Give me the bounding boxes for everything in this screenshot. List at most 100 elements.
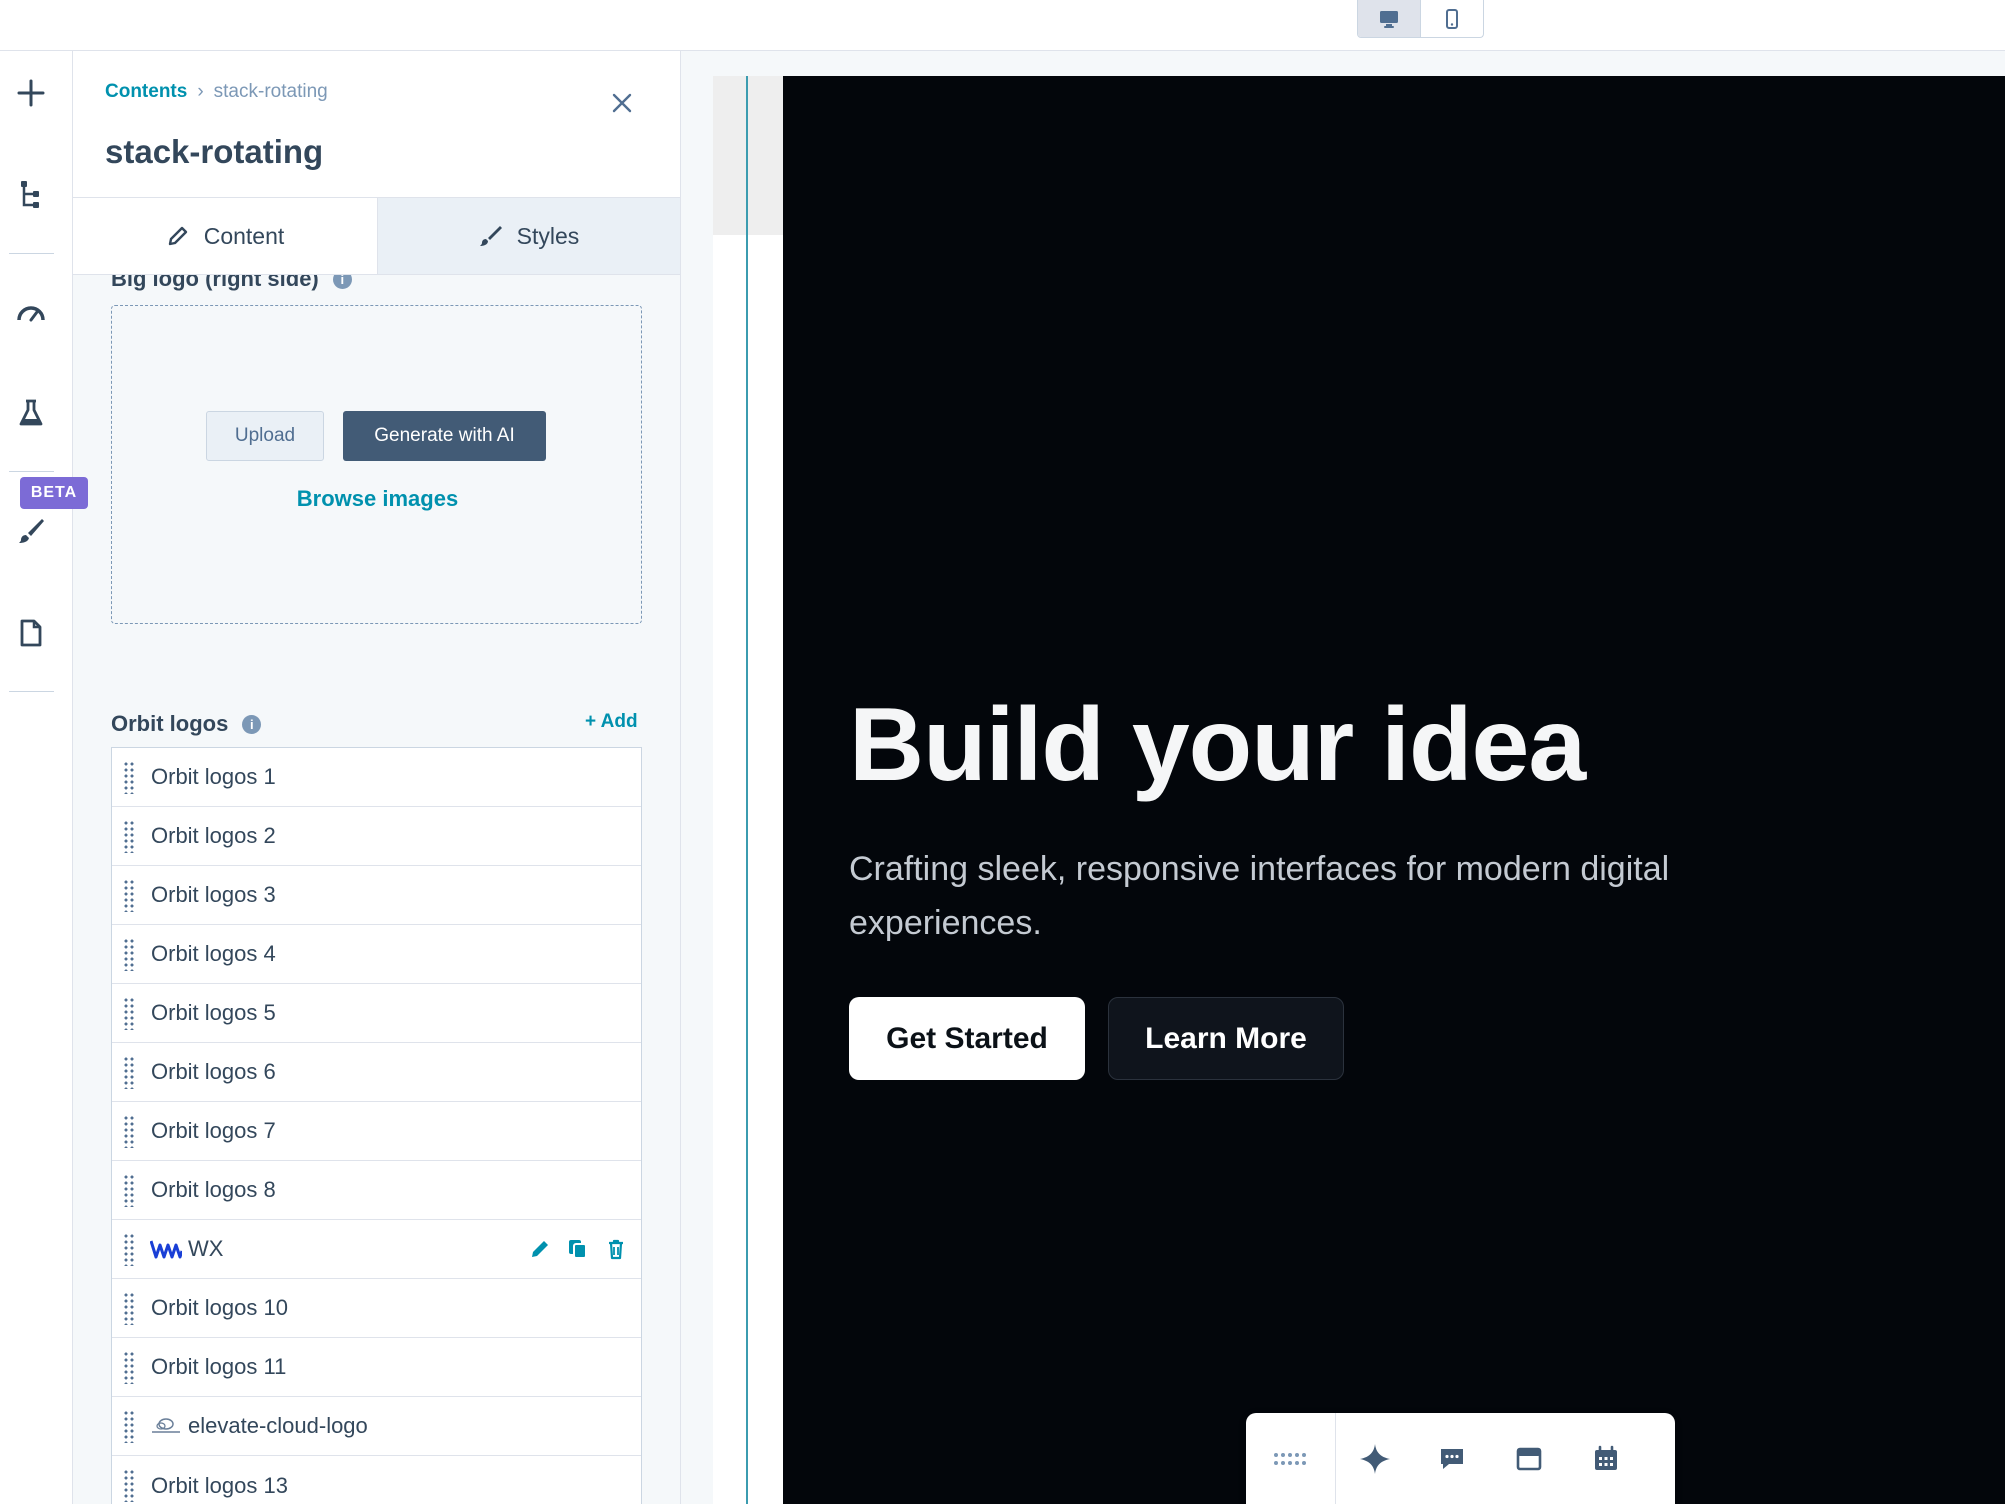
tab-styles[interactable]: Styles [377,198,680,274]
chat-icon [1440,1448,1463,1469]
list-item-label: Orbit logos 7 [151,1118,276,1143]
get-started-button[interactable]: Get Started [849,997,1085,1080]
orbit-logos-list: Orbit logos 1 Orbit logos 2 Orbit logos … [111,747,642,1504]
device-toggle [1357,0,1484,38]
list-item[interactable]: Orbit logos 1 [112,748,641,807]
speedometer-icon [17,306,45,322]
floating-toolbar [1246,1413,1675,1504]
browser-window-icon [1516,1447,1541,1470]
hero-subtitle: Crafting sleek, responsive interfaces fo… [849,850,1670,942]
page-icon [20,619,42,647]
drag-handle-icon[interactable] [123,1469,135,1502]
desktop-view-button[interactable] [1358,0,1420,37]
list-item[interactable]: Orbit logos 6 [112,1043,641,1102]
tree-structure-icon [21,181,39,208]
list-item[interactable]: Orbit logos 13 [112,1456,641,1504]
add-module-button[interactable] [0,63,62,123]
list-item-label: Orbit logos 11 [151,1354,287,1379]
list-item-label: Orbit logos 5 [151,1000,276,1025]
module-editor-panel: Contents › stack-rotating stack-rotating… [73,51,681,1504]
rail-divider [9,471,54,472]
top-bar [0,0,2005,51]
image-dropzone[interactable]: Upload Generate with AI Browse images [111,305,642,624]
drag-handle-icon[interactable] [123,879,135,912]
panel-tabs: Content Styles [73,197,680,275]
rail-divider [9,253,54,254]
drag-handle-icon[interactable] [123,1174,135,1207]
list-item[interactable]: Orbit logos 8 [112,1161,641,1220]
list-item-label: Orbit logos 8 [151,1177,276,1202]
desktop-icon [1380,10,1398,28]
list-item-label: WX [188,1236,224,1261]
list-item-label: Orbit logos 10 [151,1295,288,1320]
optimize-button[interactable] [0,283,62,343]
learn-more-button[interactable]: Learn More [1108,997,1344,1080]
close-panel-button[interactable] [611,88,633,118]
drag-handle-icon[interactable] [123,997,135,1030]
drag-handle-icon[interactable] [123,1292,135,1325]
tab-content-label: Content [203,222,285,249]
tab-content[interactable]: Content [73,198,377,274]
calendar-icon [1594,1445,1617,1470]
drag-handle-icon[interactable] [123,1056,135,1089]
grip-icon [1273,1452,1306,1465]
list-item-label: Orbit logos 1 [151,764,276,789]
schedule-button[interactable] [1567,1413,1644,1504]
list-item[interactable]: elevate-cloud-logo [112,1397,641,1456]
comments-button[interactable] [1413,1413,1490,1504]
list-item-label: Orbit logos 4 [151,941,276,966]
flask-icon [19,399,43,426]
orbit-logos-field-label: Orbit logos i [111,711,262,737]
drag-handle-icon[interactable] [123,1233,135,1266]
breadcrumb-contents-link[interactable]: Contents [105,81,187,103]
list-item[interactable]: Orbit logos 10 [112,1279,641,1338]
drag-handle-icon[interactable] [123,820,135,853]
list-item[interactable]: Orbit logos 4 [112,925,641,984]
panel-scroll-area[interactable]: Big logo (right side) i Upload Generate … [73,275,680,1504]
list-item[interactable]: Orbit logos 11 [112,1338,641,1397]
drag-handle-icon[interactable] [123,761,135,794]
drag-handle-icon[interactable] [123,1115,135,1148]
plus-icon [17,79,45,107]
hero-section[interactable]: Build your idea Crafting sleek, responsi… [783,76,2005,1504]
mobile-view-button[interactable] [1420,0,1483,37]
preview-gutter [713,76,783,235]
list-item[interactable]: Orbit logos 3 [112,866,641,925]
info-icon[interactable]: i [332,275,352,289]
design-button[interactable] [0,501,62,561]
breadcrumb-separator: › [197,81,204,102]
close-icon [612,93,632,113]
list-item[interactable]: Orbit logos 2 [112,807,641,866]
layers-button[interactable] [0,164,62,224]
pencil-icon [168,226,187,246]
drag-handle-icon[interactable] [123,1351,135,1384]
trash-icon[interactable] [605,1238,627,1260]
add-orbit-logo-button[interactable]: + Add [585,711,638,733]
clone-icon[interactable] [567,1238,589,1260]
ai-assistant-button[interactable] [1336,1413,1413,1504]
tab-styles-label: Styles [516,222,580,249]
list-item-hovered[interactable]: WX [112,1220,641,1279]
brush-icon [19,519,44,543]
list-item[interactable]: Orbit logos 7 [112,1102,641,1161]
preview-window-button[interactable] [1490,1413,1567,1504]
test-button[interactable] [0,383,62,443]
list-item-label: Orbit logos 13 [151,1472,288,1498]
edit-pencil-icon[interactable] [529,1238,551,1260]
wx-logo-icon [150,1239,182,1259]
list-item-label: Orbit logos 2 [151,823,276,848]
mobile-icon [1446,8,1458,29]
toolbar-grip[interactable] [1246,1413,1336,1504]
list-item-label: Orbit logos 6 [151,1059,276,1084]
info-icon[interactable]: i [242,714,262,734]
upload-button[interactable]: Upload [206,411,324,461]
list-item[interactable]: Orbit logos 5 [112,984,641,1043]
left-rail: BETA [0,51,88,1504]
page-settings-button[interactable] [0,603,62,663]
orbit-logos-label: Orbit logos [111,711,229,736]
generate-with-ai-button[interactable]: Generate with AI [343,411,546,461]
browse-images-link[interactable]: Browse images [112,486,643,512]
drag-handle-icon[interactable] [123,938,135,971]
drag-handle-icon[interactable] [123,1410,135,1443]
big-logo-label: Big logo (right side) [111,275,319,291]
